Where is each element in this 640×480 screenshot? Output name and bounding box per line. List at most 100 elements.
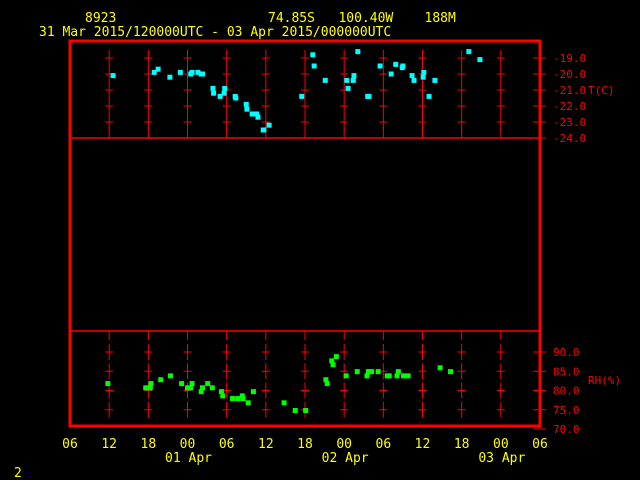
temperature-point [377, 63, 383, 69]
x-tick-label: 18 [141, 437, 157, 452]
rh-point [395, 369, 401, 375]
rh-point [375, 369, 381, 375]
rh-point [235, 396, 241, 402]
temperature-point [243, 101, 249, 107]
rh-point [448, 369, 454, 375]
rh-tick-label: 90.0 [553, 346, 580, 359]
rh-point [189, 381, 195, 387]
temperature-point [255, 114, 261, 120]
rh-tick-label: 80.0 [553, 385, 580, 398]
temperature-point [351, 73, 357, 79]
temperature-point [261, 127, 267, 133]
rh-point [303, 408, 309, 414]
rh-point [354, 369, 360, 375]
meteogram: 8923 74.85S 100.40W 188M 31 Mar 2015/120… [0, 0, 640, 480]
x-tick-labels: 06 12 18 00 06 12 18 00 06 12 18 00 06 01 Apr 02 Apr 03… [62, 437, 548, 466]
temperature-tick-label: -21.0 [553, 84, 586, 97]
rh-point [105, 381, 111, 387]
rh-point [143, 385, 149, 391]
rh-tick-label: 75.0 [553, 404, 580, 417]
temperature-point [155, 66, 161, 72]
rh-point [209, 385, 215, 391]
rh-point [250, 389, 256, 395]
x-tick-label: 06 [62, 437, 78, 452]
rh-point [292, 408, 298, 414]
temperature-point [299, 93, 305, 99]
temperature-point [393, 61, 399, 67]
temperature-point [322, 77, 328, 83]
time-range: 31 Mar 2015/120000UTC - 03 Apr 2015/0000… [39, 25, 391, 40]
temperature-point [222, 85, 228, 91]
rh-tick-label: 85.0 [553, 365, 580, 378]
rh-point [205, 381, 211, 387]
temperature-tick-label: -24.0 [553, 132, 586, 145]
temperature-point [409, 73, 415, 79]
frame-number: 2 [14, 466, 22, 480]
x-tick-label: 18 [454, 437, 470, 452]
meteogram-plot: 8923 74.85S 100.40W 188M 31 Mar 2015/120… [14, 11, 621, 480]
rh-point [330, 362, 336, 368]
date-label: 02 Apr [322, 451, 369, 466]
rh-point [405, 373, 411, 379]
rh-point [369, 369, 375, 375]
rh-point [158, 377, 164, 383]
temperature-point [189, 69, 195, 75]
rh-point [230, 396, 236, 402]
rh-point [437, 365, 443, 371]
temperature-point [167, 74, 173, 80]
x-tick-label: 00 [180, 437, 196, 452]
rh-point [220, 393, 226, 399]
x-tick-label: 06 [532, 437, 548, 452]
temperature-point [411, 77, 417, 83]
temperature-point [426, 93, 432, 99]
rh-tick-label: 70.0 [553, 423, 580, 436]
x-tick-label: 06 [376, 437, 392, 452]
temperature-point [211, 90, 217, 96]
x-tick-label: 12 [258, 437, 274, 452]
temperature-point [200, 71, 206, 77]
temperature-point [366, 93, 372, 99]
x-tick-label: 00 [336, 437, 352, 452]
temperature-point [466, 49, 472, 55]
temperature-point [355, 49, 361, 55]
rh-point [240, 396, 246, 402]
rh-point [168, 373, 174, 379]
tick-grid [105, 50, 546, 430]
temperature-point [244, 106, 250, 112]
rh-point [343, 373, 349, 379]
temperature-point [221, 90, 227, 96]
temperature-point [400, 63, 406, 69]
temperature-point [345, 85, 351, 91]
rh-point [386, 373, 392, 379]
y-tick-labels: -19.0 -20.0 -21.0 -22.0 -23.0 -24.0 90.0 85.0 80… [553, 52, 586, 436]
x-tick-label: 06 [219, 437, 235, 452]
temperature-series [110, 49, 483, 133]
rh-point [333, 354, 339, 360]
rh-point [148, 381, 154, 387]
temperature-point [110, 73, 116, 79]
rh-point [281, 400, 287, 406]
temperature-point [420, 74, 426, 80]
temperature-point [388, 71, 394, 77]
temperature-point [311, 63, 317, 69]
temperature-point [177, 69, 183, 75]
temperature-point [344, 77, 350, 83]
rh-point [401, 373, 407, 379]
temperature-point [233, 95, 239, 101]
x-tick-label: 12 [101, 437, 117, 452]
temperature-tick-label: -22.0 [553, 100, 586, 113]
temperature-axis-label: T(C) [588, 84, 615, 97]
temperature-point [210, 85, 216, 91]
rh-point [200, 385, 206, 391]
x-tick-label: 00 [493, 437, 509, 452]
temperature-point [350, 77, 356, 83]
rh-point [324, 381, 330, 387]
station-id: 8923 [85, 11, 116, 26]
temperature-tick-label: -23.0 [553, 116, 586, 129]
temperature-point [421, 69, 427, 75]
temperature-point [249, 111, 255, 117]
temperature-point [266, 122, 272, 128]
temperature-point [432, 77, 438, 83]
temperature-point [310, 52, 316, 58]
temperature-tick-label: -19.0 [553, 52, 586, 65]
